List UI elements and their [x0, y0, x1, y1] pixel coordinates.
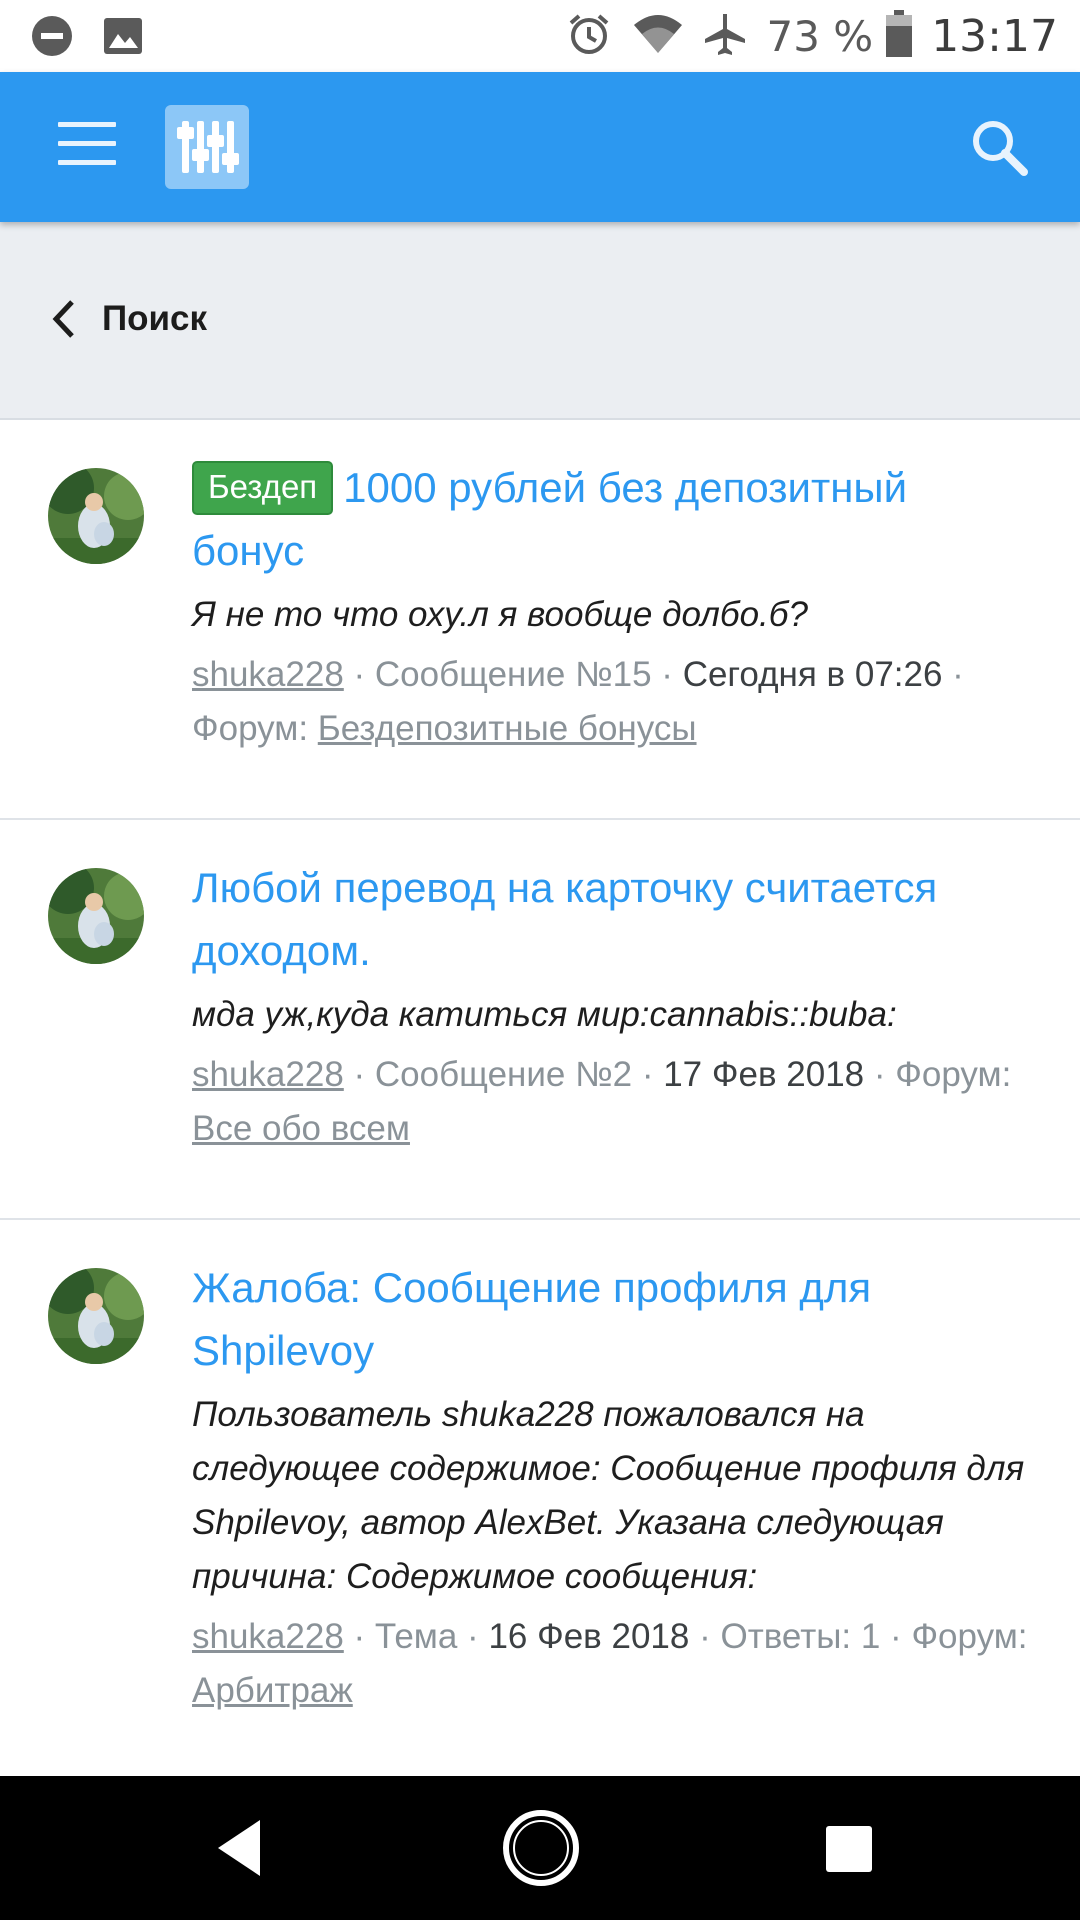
avatar[interactable]: [48, 868, 144, 964]
avatar[interactable]: [48, 1268, 144, 1364]
alarm-icon: [566, 11, 612, 62]
menu-icon[interactable]: [58, 122, 116, 172]
thread-title: Жалоба: Сообщение профиля для Shpilevoy: [192, 1264, 872, 1374]
separator: ·: [632, 1055, 664, 1094]
airplane-icon: [702, 11, 748, 62]
content-type: Сообщение №15: [374, 655, 652, 694]
post-snippet: мда уж,куда катиться мир:cannabis::buba:: [192, 995, 897, 1034]
system-nav-bar: [0, 1776, 1080, 1920]
author-link[interactable]: shuka228: [192, 655, 344, 694]
search-results-list: Бездеп 1000 рублей без депозитный бонус Я…: [0, 420, 1080, 1780]
thread-title-link[interactable]: Бездеп 1000 рублей без депозитный бонус: [192, 456, 1030, 582]
battery-percent: 73 %: [766, 11, 874, 61]
chevron-left-icon: [48, 298, 78, 340]
sliders-logo-icon[interactable]: [165, 105, 249, 189]
separator: ·: [343, 1055, 375, 1094]
app-bar: [0, 72, 1080, 222]
content-type: Тема: [374, 1617, 458, 1656]
post-snippet: Пользователь shuka228 пожаловался на сле…: [192, 1395, 1025, 1596]
forum-link[interactable]: Все обо всем: [192, 1109, 410, 1148]
forum-prefix: Форум:: [895, 1055, 1012, 1094]
result-meta: shuka228 · Сообщение №2 · 17 Фев 2018 · …: [192, 1048, 1030, 1156]
back-to-search-link[interactable]: Поиск: [48, 298, 207, 340]
result-meta: shuka228 · Тема · 16 Фев 2018 · Ответы: …: [192, 1610, 1030, 1718]
search-icon[interactable]: [968, 116, 1030, 178]
post-snippet: Я не то что оху.л я вообще долбо.б?: [192, 595, 808, 634]
author-link[interactable]: shuka228: [192, 1617, 344, 1656]
content-type: Сообщение №2: [374, 1055, 633, 1094]
separator: ·: [651, 655, 683, 694]
post-date: 16 Фев 2018: [488, 1617, 690, 1656]
thread-title-link[interactable]: Жалоба: Сообщение профиля для Shpilevoy: [192, 1256, 1030, 1382]
image-icon: [102, 16, 144, 61]
home-icon[interactable]: [500, 1807, 582, 1889]
separator: ·: [343, 1617, 375, 1656]
thread-title-link[interactable]: Любой перевод на карточку считается дохо…: [192, 856, 1030, 982]
forum-link[interactable]: Арбитраж: [192, 1671, 353, 1710]
separator: ·: [864, 1055, 896, 1094]
status-bar: 73 % 13:17: [0, 0, 1080, 72]
do-not-disturb-icon: [30, 14, 74, 63]
separator: ·: [343, 655, 375, 694]
post-date: 17 Фев 2018: [663, 1055, 865, 1094]
prefix-badge: Бездеп: [192, 461, 334, 515]
forum-prefix: Форум:: [911, 1617, 1028, 1656]
thread-title: Любой перевод на карточку считается дохо…: [192, 864, 938, 974]
separator: ·: [880, 1617, 912, 1656]
forum-link[interactable]: Бездепозитные бонусы: [318, 709, 697, 748]
battery-icon: [885, 9, 913, 63]
back-icon[interactable]: [204, 1812, 276, 1884]
separator: ·: [689, 1617, 721, 1656]
list-item: Бездеп 1000 рублей без депозитный бонус Я…: [0, 420, 1080, 820]
back-label: Поиск: [102, 299, 208, 338]
wifi-icon: [632, 13, 684, 60]
result-meta: shuka228 · Сообщение №15 · Сегодня в 07:…: [192, 648, 1030, 756]
list-item: Любой перевод на карточку считается дохо…: [0, 820, 1080, 1220]
list-item: Жалоба: Сообщение профиля для Shpilevoy …: [0, 1220, 1080, 1780]
author-link[interactable]: shuka228: [192, 1055, 344, 1094]
forum-prefix: Форум:: [192, 709, 318, 748]
avatar[interactable]: [48, 468, 144, 564]
separator: ·: [457, 1617, 489, 1656]
separator: ·: [942, 655, 964, 694]
reply-count: Ответы: 1: [720, 1617, 881, 1656]
post-date: Сегодня в 07:26: [682, 655, 943, 694]
breadcrumb: Поиск: [0, 222, 1080, 420]
recents-icon[interactable]: [812, 1812, 884, 1884]
status-clock: 13:17: [931, 10, 1058, 62]
